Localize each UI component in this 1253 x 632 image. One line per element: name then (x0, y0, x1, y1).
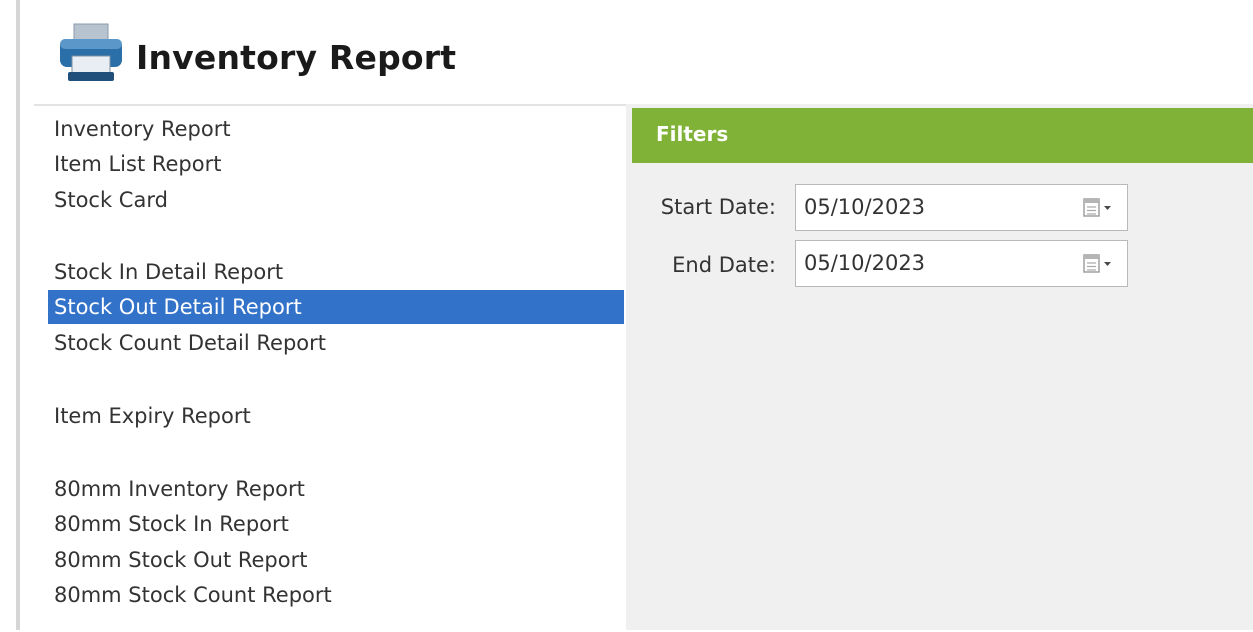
start-date-field[interactable]: 05/10/2023 (795, 184, 1128, 231)
report-header: Inventory Report (34, 0, 1253, 104)
report-item-80mm-stock-in-report[interactable]: 80mm Stock In Report (48, 507, 624, 541)
page-title: Inventory Report (136, 38, 457, 77)
printer-icon (60, 23, 122, 81)
report-item-stock-card[interactable]: Stock Card (48, 183, 624, 217)
report-item-80mm-stock-count-report[interactable]: 80mm Stock Count Report (48, 578, 624, 612)
report-item-stock-out-detail-report[interactable]: Stock Out Detail Report (48, 290, 624, 324)
end-date-label: End Date: (672, 253, 776, 277)
calendar-dropdown-icon[interactable] (1083, 254, 1117, 274)
report-list: Inventory Report Item List Report Stock … (34, 104, 626, 632)
report-item-stock-in-detail-report[interactable]: Stock In Detail Report (48, 255, 624, 289)
end-date-value[interactable]: 05/10/2023 (804, 251, 925, 275)
report-item-80mm-stock-out-report[interactable]: 80mm Stock Out Report (48, 543, 624, 577)
start-date-value[interactable]: 05/10/2023 (804, 195, 925, 219)
report-item-stock-count-detail-report[interactable]: Stock Count Detail Report (48, 326, 624, 360)
left-rail-divider (16, 0, 20, 630)
filters-header: Filters (632, 108, 1253, 163)
report-item-item-list-report[interactable]: Item List Report (48, 147, 624, 181)
filters-title: Filters (656, 122, 729, 146)
filters-panel: Filters Start Date: 05/10/2023 End Date:… (626, 104, 1253, 630)
calendar-dropdown-icon[interactable] (1083, 198, 1117, 218)
report-item-80mm-inventory-report[interactable]: 80mm Inventory Report (48, 472, 624, 506)
end-date-field[interactable]: 05/10/2023 (795, 240, 1128, 287)
report-item-inventory-report[interactable]: Inventory Report (48, 112, 624, 146)
report-item-item-expiry-report[interactable]: Item Expiry Report (48, 399, 624, 433)
start-date-label: Start Date: (660, 195, 776, 219)
left-rail (0, 0, 34, 630)
